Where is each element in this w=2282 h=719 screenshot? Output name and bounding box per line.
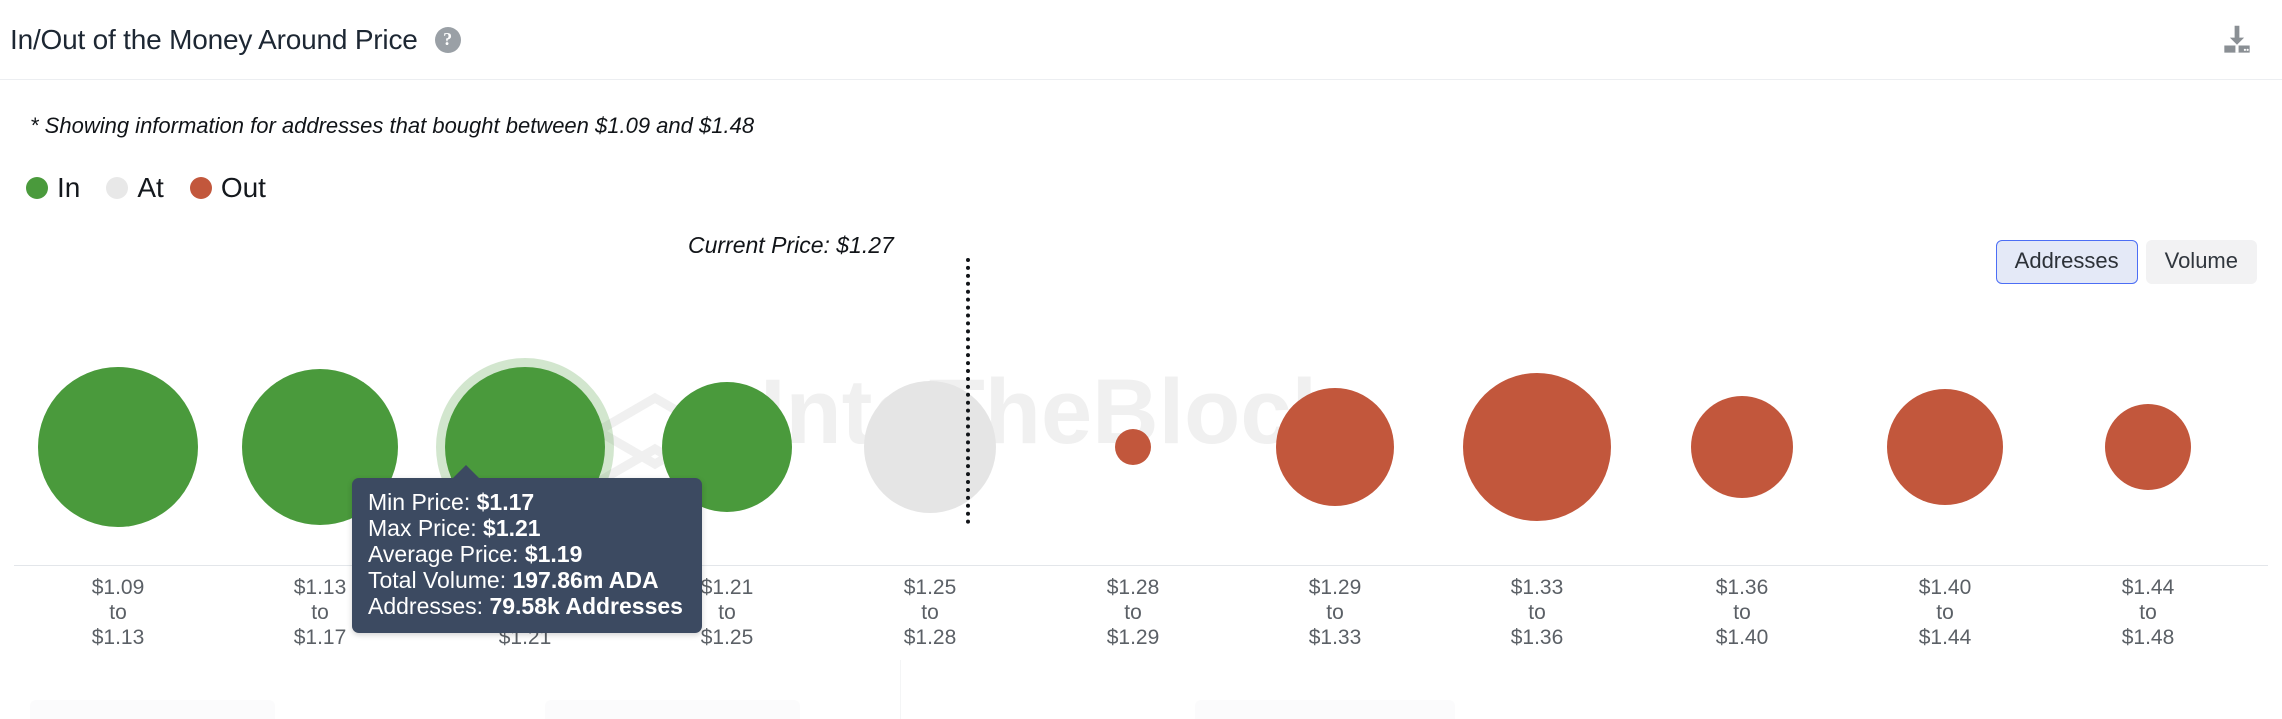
x-tick-sep: to	[904, 600, 957, 625]
x-tick-to: $1.44	[1919, 625, 1972, 650]
x-tick-sep: to	[1511, 600, 1564, 625]
bubble-9-out[interactable]	[1691, 396, 1793, 498]
tooltip-row: Total Volume: 197.86m ADA	[368, 567, 686, 593]
x-tick-label: $1.25to$1.28	[904, 575, 957, 650]
x-tick-to: $1.33	[1309, 625, 1362, 650]
bottom-partial-cards	[0, 700, 2282, 719]
x-tick-from: $1.40	[1919, 575, 1972, 600]
x-tick-sep: to	[1107, 600, 1160, 625]
x-tick-sep: to	[92, 600, 145, 625]
x-tick-label: $1.28to$1.29	[1107, 575, 1160, 650]
x-tick-from: $1.29	[1309, 575, 1362, 600]
tooltip-row-label: Addresses:	[368, 593, 489, 619]
legend-dot-icon	[106, 177, 128, 199]
bottom-divider	[900, 660, 901, 719]
x-tick-to: $1.29	[1107, 625, 1160, 650]
bubble-7-out[interactable]	[1276, 388, 1394, 506]
ghost-card	[30, 700, 275, 719]
chart-note: * Showing information for addresses that…	[30, 113, 754, 139]
legend-dot-icon	[190, 177, 212, 199]
legend-item-at[interactable]: At	[106, 172, 163, 204]
x-tick-label: $1.09to$1.13	[92, 575, 145, 650]
x-tick-to: $1.17	[294, 625, 347, 650]
x-tick-from: $1.09	[92, 575, 145, 600]
x-axis-labels: $1.09to$1.13$1.13to$1.17$1.17to$1.21$1.2…	[0, 575, 2282, 655]
ghost-card	[1195, 700, 1455, 719]
bubble-5-at[interactable]	[864, 381, 996, 513]
tooltip-row: Max Price: $1.21	[368, 515, 686, 541]
tooltip-row: Min Price: $1.17	[368, 489, 686, 515]
x-tick-label: $1.33to$1.36	[1511, 575, 1564, 650]
x-tick-to: $1.48	[2122, 625, 2175, 650]
tooltip-row: Addresses: 79.58k Addresses	[368, 593, 686, 619]
x-tick-to: $1.40	[1716, 625, 1769, 650]
current-price-marker	[966, 258, 970, 524]
x-tick-from: $1.25	[904, 575, 957, 600]
x-tick-from: $1.28	[1107, 575, 1160, 600]
tooltip-arrow	[452, 465, 480, 479]
tooltip-row-label: Min Price:	[368, 489, 477, 515]
x-tick-sep: to	[294, 600, 347, 625]
legend-item-out[interactable]: Out	[190, 172, 266, 204]
download-icon[interactable]	[2218, 21, 2256, 59]
x-tick-label: $1.44to$1.48	[2122, 575, 2175, 650]
x-tick-to: $1.36	[1511, 625, 1564, 650]
ghost-card	[545, 700, 800, 719]
toggle-volume-button[interactable]: Volume	[2146, 240, 2257, 284]
x-tick-label: $1.21to$1.25	[701, 575, 754, 650]
legend-label: At	[137, 172, 163, 204]
x-tick-label: $1.36to$1.40	[1716, 575, 1769, 650]
x-tick-from: $1.21	[701, 575, 754, 600]
legend-label: Out	[221, 172, 266, 204]
tooltip-row-value: $1.17	[477, 489, 535, 515]
x-tick-to: $1.13	[92, 625, 145, 650]
tooltip-row-label: Average Price:	[368, 541, 525, 567]
x-tick-sep: to	[1716, 600, 1769, 625]
x-tick-sep: to	[701, 600, 754, 625]
x-tick-from: $1.13	[294, 575, 347, 600]
page-title: In/Out of the Money Around Price	[10, 24, 418, 56]
in-out-money-widget: In/Out of the Money Around Price ? * Sho…	[0, 0, 2282, 719]
x-tick-to: $1.28	[904, 625, 957, 650]
x-tick-sep: to	[1919, 600, 1972, 625]
bubble-10-out[interactable]	[1887, 389, 2003, 505]
x-tick-sep: to	[1309, 600, 1362, 625]
bubble-plot: IntoTheBlock Current Price: $1.27	[0, 300, 2282, 590]
x-tick-label: $1.29to$1.33	[1309, 575, 1362, 650]
legend-item-in[interactable]: In	[26, 172, 80, 204]
tooltip-row-label: Total Volume:	[368, 567, 512, 593]
bubble-8-out[interactable]	[1463, 373, 1611, 521]
legend-label: In	[57, 172, 80, 204]
x-tick-from: $1.44	[2122, 575, 2175, 600]
bubble-11-out[interactable]	[2105, 404, 2191, 490]
bubble-6-out[interactable]	[1115, 429, 1151, 465]
metric-toggle-group: AddressesVolume	[1996, 240, 2257, 284]
widget-header: In/Out of the Money Around Price ?	[0, 0, 2282, 80]
bubble-tooltip: Min Price: $1.17Max Price: $1.21Average …	[352, 478, 702, 633]
tooltip-row-value: 79.58k Addresses	[489, 593, 683, 619]
x-tick-label: $1.13to$1.17	[294, 575, 347, 650]
tooltip-row-value: $1.21	[483, 515, 541, 541]
x-tick-from: $1.33	[1511, 575, 1564, 600]
tooltip-row-value: 197.86m ADA	[512, 567, 658, 593]
legend: In At Out	[26, 172, 292, 204]
x-tick-label: $1.40to$1.44	[1919, 575, 1972, 650]
toggle-addresses-button[interactable]: Addresses	[1996, 240, 2138, 284]
x-tick-sep: to	[2122, 600, 2175, 625]
current-price-label: Current Price: $1.27	[688, 232, 894, 259]
question-mark-icon[interactable]: ?	[435, 27, 461, 53]
tooltip-row-value: $1.19	[525, 541, 583, 567]
legend-dot-icon	[26, 177, 48, 199]
bubble-1-in[interactable]	[38, 367, 198, 527]
x-tick-to: $1.25	[701, 625, 754, 650]
x-tick-from: $1.36	[1716, 575, 1769, 600]
tooltip-row-label: Max Price:	[368, 515, 483, 541]
tooltip-row: Average Price: $1.19	[368, 541, 686, 567]
